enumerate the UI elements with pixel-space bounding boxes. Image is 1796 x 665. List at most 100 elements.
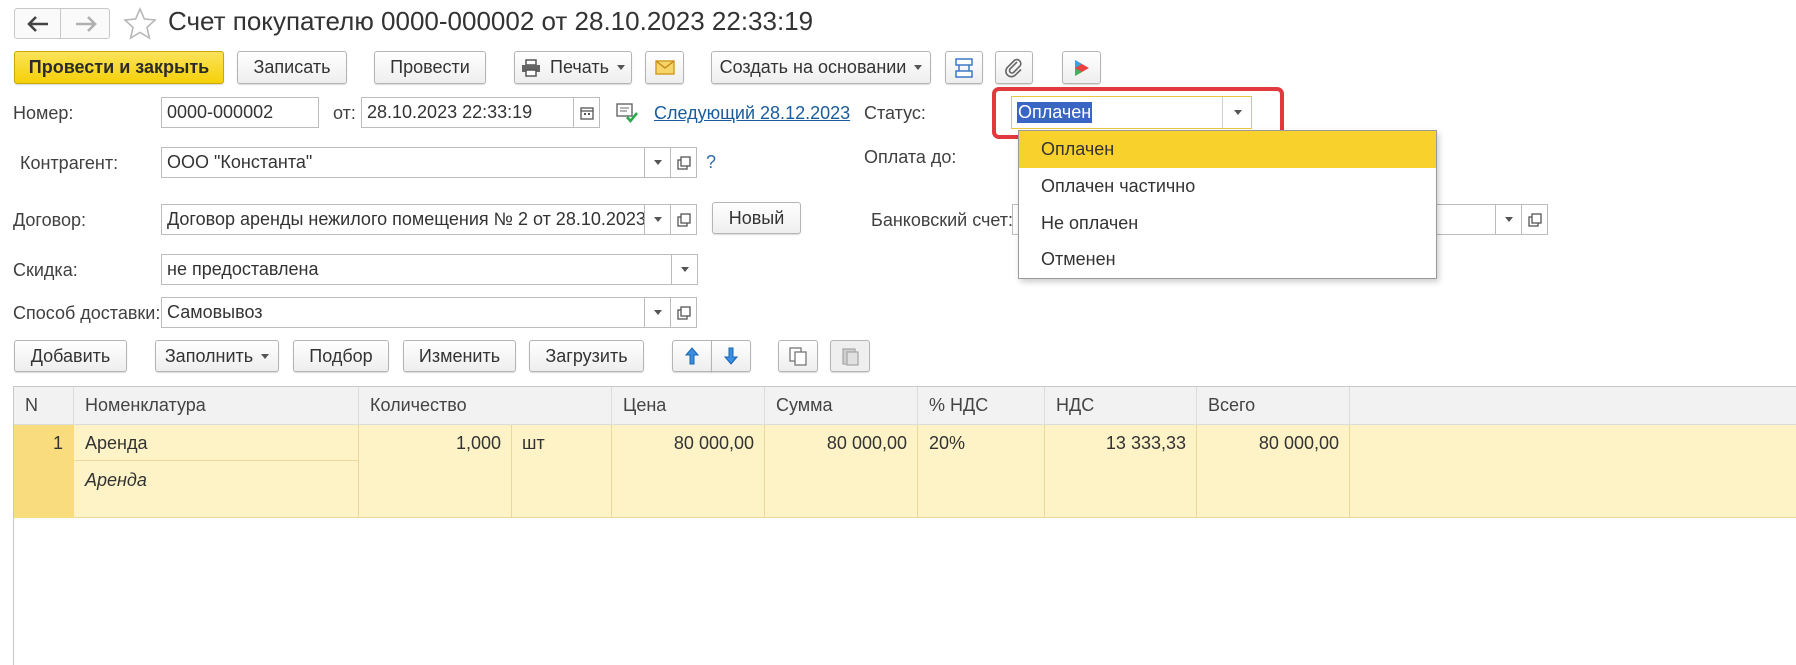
- counterparty-field[interactable]: ООО "Константа": [161, 147, 645, 178]
- column-header-item[interactable]: Номенклатура: [74, 387, 359, 425]
- cell-vat-rate[interactable]: 20%: [918, 425, 1045, 462]
- cell-qty[interactable]: 1,000: [359, 425, 512, 462]
- date-field[interactable]: 28.10.2023 22:33:19: [361, 97, 574, 128]
- email-button[interactable]: [645, 51, 684, 84]
- chevron-down-icon: [653, 310, 662, 315]
- arrow-up-icon: [685, 347, 699, 365]
- column-header-price[interactable]: Цена: [612, 387, 765, 425]
- add-row-button[interactable]: Добавить: [14, 340, 127, 372]
- discount-label: Скидка:: [13, 260, 78, 280]
- bank-account-dropdown-button[interactable]: [1495, 204, 1522, 235]
- cell-vat[interactable]: 13 333,33: [1045, 425, 1197, 462]
- print-button[interactable]: Печать: [514, 51, 632, 84]
- move-down-button[interactable]: [711, 340, 751, 372]
- status-option-paid[interactable]: Оплачен: [1019, 131, 1436, 168]
- column-header-qty[interactable]: Количество: [359, 387, 612, 425]
- discount-dropdown-button[interactable]: [671, 254, 698, 285]
- column-header-n[interactable]: N: [14, 387, 74, 425]
- envelope-icon: [654, 60, 675, 75]
- save-button[interactable]: Записать: [237, 51, 347, 84]
- move-up-button[interactable]: [672, 340, 712, 372]
- status-label: Статус:: [864, 103, 926, 123]
- arrow-right-icon: [75, 15, 97, 32]
- status-option-partially-paid[interactable]: Оплачен частично: [1019, 168, 1436, 205]
- bank-account-open-button[interactable]: [1521, 204, 1548, 235]
- bank-account-label: Банковский счет:: [871, 210, 1014, 230]
- printer-icon: [522, 58, 541, 77]
- calendar-button[interactable]: [573, 97, 600, 128]
- column-header-sum[interactable]: Сумма: [765, 387, 918, 425]
- arrow-down-icon: [724, 347, 738, 365]
- status-dropdown-list: Оплачен Оплачен частично Не оплачен Отме…: [1018, 130, 1437, 279]
- chevron-down-icon: [616, 65, 625, 70]
- cell-item[interactable]: Аренда: [74, 425, 359, 462]
- paste-rows-button[interactable]: [830, 340, 870, 372]
- pay-until-label: Оплата до:: [864, 147, 957, 167]
- cell-price[interactable]: 80 000,00: [612, 425, 765, 462]
- contract-label: Договор:: [13, 210, 86, 230]
- actions-menu-button[interactable]: [1062, 51, 1101, 84]
- create-based-on-button[interactable]: Создать на основании: [711, 51, 931, 84]
- counterparty-help-icon[interactable]: ?: [706, 152, 716, 173]
- column-header-total[interactable]: Всего: [1197, 387, 1350, 425]
- paperclip-icon: [1005, 58, 1022, 77]
- chevron-down-icon: [653, 160, 662, 165]
- forward-button[interactable]: [62, 9, 109, 38]
- contract-field[interactable]: Договор аренды нежилого помещения № 2 от…: [161, 204, 645, 235]
- counterparty-dropdown-button[interactable]: [644, 147, 671, 178]
- column-header-vat-rate[interactable]: % НДС: [918, 387, 1045, 425]
- post-button[interactable]: Провести: [374, 51, 486, 84]
- copy-icon: [789, 347, 807, 366]
- delivery-open-button[interactable]: [670, 297, 697, 328]
- calendar-icon: [579, 106, 594, 120]
- pick-button[interactable]: Подбор: [293, 340, 389, 372]
- cell-n: 1: [52, 433, 63, 453]
- status-option-not-paid[interactable]: Не оплачен: [1019, 205, 1436, 242]
- back-button[interactable]: [15, 9, 61, 38]
- delivery-label: Способ доставки:: [13, 303, 161, 323]
- new-contract-button[interactable]: Новый: [712, 202, 801, 234]
- chevron-down-icon: [653, 217, 662, 222]
- attachment-button[interactable]: [995, 51, 1033, 84]
- open-form-icon: [676, 155, 691, 170]
- favorite-star-button[interactable]: [122, 6, 158, 42]
- arrow-left-icon: [26, 15, 48, 32]
- edit-button[interactable]: Изменить: [403, 340, 516, 372]
- posted-document-icon: [615, 102, 639, 124]
- next-document-link[interactable]: Следующий 28.12.2023: [654, 103, 850, 124]
- chevron-down-icon: [1504, 217, 1513, 222]
- copy-rows-button[interactable]: [778, 340, 818, 372]
- column-header-filler: [1350, 387, 1796, 425]
- window-title: Счет покупателю 0000-000002 от 28.10.202…: [168, 6, 814, 36]
- column-header-vat[interactable]: НДС: [1045, 387, 1197, 425]
- counterparty-open-button[interactable]: [670, 147, 697, 178]
- cell-item-sub[interactable]: Аренда: [74, 462, 359, 499]
- paste-icon: [842, 348, 859, 366]
- load-button[interactable]: Загрузить: [529, 340, 644, 372]
- star-icon: [123, 7, 157, 40]
- open-form-icon: [676, 212, 691, 227]
- cell-sum[interactable]: 80 000,00: [765, 425, 918, 462]
- delivery-field[interactable]: Самовывоз: [161, 297, 645, 328]
- fill-button[interactable]: Заполнить: [155, 340, 279, 372]
- chevron-down-icon: [914, 65, 923, 70]
- date-label: от:: [333, 103, 356, 123]
- contract-open-button[interactable]: [670, 204, 697, 235]
- create-based-on-label: Создать на основании: [719, 57, 907, 77]
- status-option-cancelled[interactable]: Отменен: [1019, 241, 1436, 278]
- contract-dropdown-button[interactable]: [644, 204, 671, 235]
- cell-unit[interactable]: шт: [511, 425, 611, 462]
- discount-field[interactable]: не предоставлена: [161, 254, 672, 285]
- number-field[interactable]: 0000-000002: [161, 97, 319, 128]
- delivery-dropdown-button[interactable]: [644, 297, 671, 328]
- play-actions-icon: [1074, 59, 1089, 76]
- counterparty-label: Контрагент:: [20, 153, 119, 173]
- structure-button[interactable]: [945, 51, 983, 84]
- number-label: Номер:: [13, 103, 74, 123]
- fill-label: Заполнить: [164, 345, 254, 366]
- print-label: Печать: [550, 57, 609, 77]
- open-form-icon: [676, 305, 691, 320]
- post-and-close-button[interactable]: Провести и закрыть: [14, 51, 224, 84]
- cell-total[interactable]: 80 000,00: [1197, 425, 1350, 462]
- open-form-icon: [1527, 212, 1542, 227]
